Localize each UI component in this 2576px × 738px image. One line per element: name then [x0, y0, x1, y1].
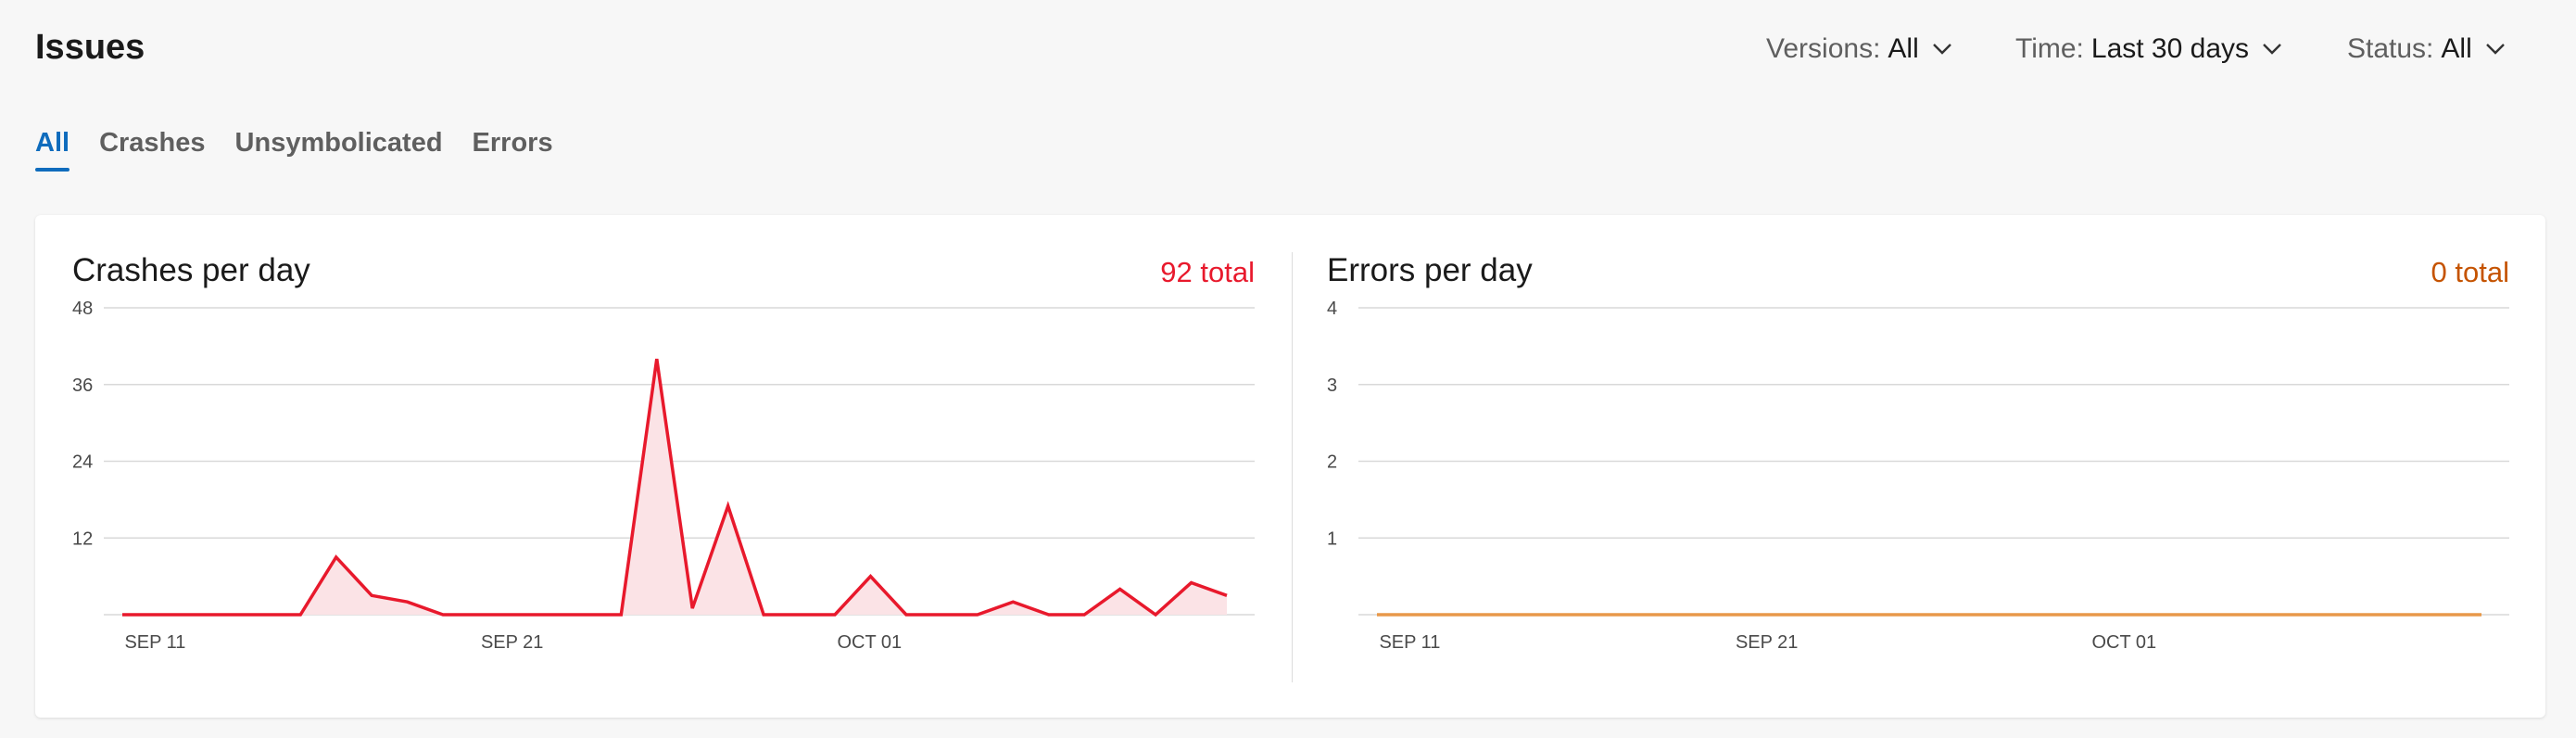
errors-x-tick-label: SEP 11	[1379, 632, 1440, 653]
errors-chart: 4 3 2 1 SEP 11 SEP 21 OCT 01	[1327, 299, 2509, 653]
status-filter-label: Status:	[2347, 33, 2434, 64]
chevron-down-icon	[2263, 44, 2281, 55]
charts-card: Crashes per day 92 total 48 36 24 12 SEP 11 S…	[35, 215, 2545, 718]
errors-x-tick-label: OCT 01	[2091, 632, 2156, 653]
errors-y-tick-label: 3	[1327, 375, 1337, 396]
crashes-chart: 48 36 24 12 SEP 11 SEP 21 OCT 01	[72, 299, 1255, 653]
versions-filter-dropdown[interactable]: Versions: All	[1766, 33, 1952, 65]
errors-chart-panel: Errors per day 0 total 4 3 2 1 SEP 11 SEP 21 O…	[1327, 215, 2509, 718]
versions-filter-value: All	[1888, 33, 1919, 64]
tab-errors[interactable]: Errors	[473, 128, 553, 172]
issues-page: Issues Versions: All Time: Last 30 days …	[0, 0, 2576, 738]
errors-total: 0 total	[2431, 256, 2509, 288]
errors-x-tick-label: SEP 21	[1736, 632, 1798, 653]
tab-all[interactable]: All	[35, 128, 70, 172]
status-filter-value: All	[2441, 33, 2472, 64]
status-filter-dropdown[interactable]: Status: All	[2347, 33, 2506, 65]
crashes-x-tick-label: SEP 21	[481, 632, 543, 653]
crashes-x-tick-label: SEP 11	[124, 632, 185, 653]
errors-y-tick-label: 4	[1327, 299, 1337, 319]
crashes-y-tick-label: 24	[72, 452, 93, 473]
crashes-y-tick-label: 36	[72, 375, 93, 396]
crashes-chart-panel: Crashes per day 92 total 48 36 24 12 SEP 11 S…	[72, 215, 1255, 718]
panel-divider	[1292, 252, 1293, 682]
crashes-y-tick-label: 48	[72, 299, 93, 319]
time-filter-label: Time:	[2015, 33, 2084, 64]
versions-filter-label: Versions:	[1766, 33, 1881, 64]
tab-unsymbolicated[interactable]: Unsymbolicated	[235, 128, 443, 172]
time-filter-dropdown[interactable]: Time: Last 30 days	[2015, 33, 2282, 65]
issue-tabs: All Crashes Unsymbolicated Errors	[35, 128, 583, 172]
errors-y-tick-label: 1	[1327, 528, 1337, 549]
crashes-chart-title: Crashes per day	[72, 252, 310, 288]
crashes-total: 92 total	[1160, 256, 1255, 288]
crashes-y-tick-label: 12	[72, 528, 93, 549]
errors-chart-title: Errors per day	[1327, 252, 1533, 288]
chevron-down-icon	[1932, 44, 1951, 55]
filter-bar: Versions: All Time: Last 30 days Status:…	[0, 33, 2576, 70]
tab-crashes[interactable]: Crashes	[99, 128, 205, 172]
errors-y-tick-label: 2	[1327, 452, 1337, 473]
crashes-x-tick-label: OCT 01	[837, 632, 902, 653]
time-filter-value: Last 30 days	[2090, 33, 2250, 64]
chevron-down-icon	[2485, 44, 2505, 55]
